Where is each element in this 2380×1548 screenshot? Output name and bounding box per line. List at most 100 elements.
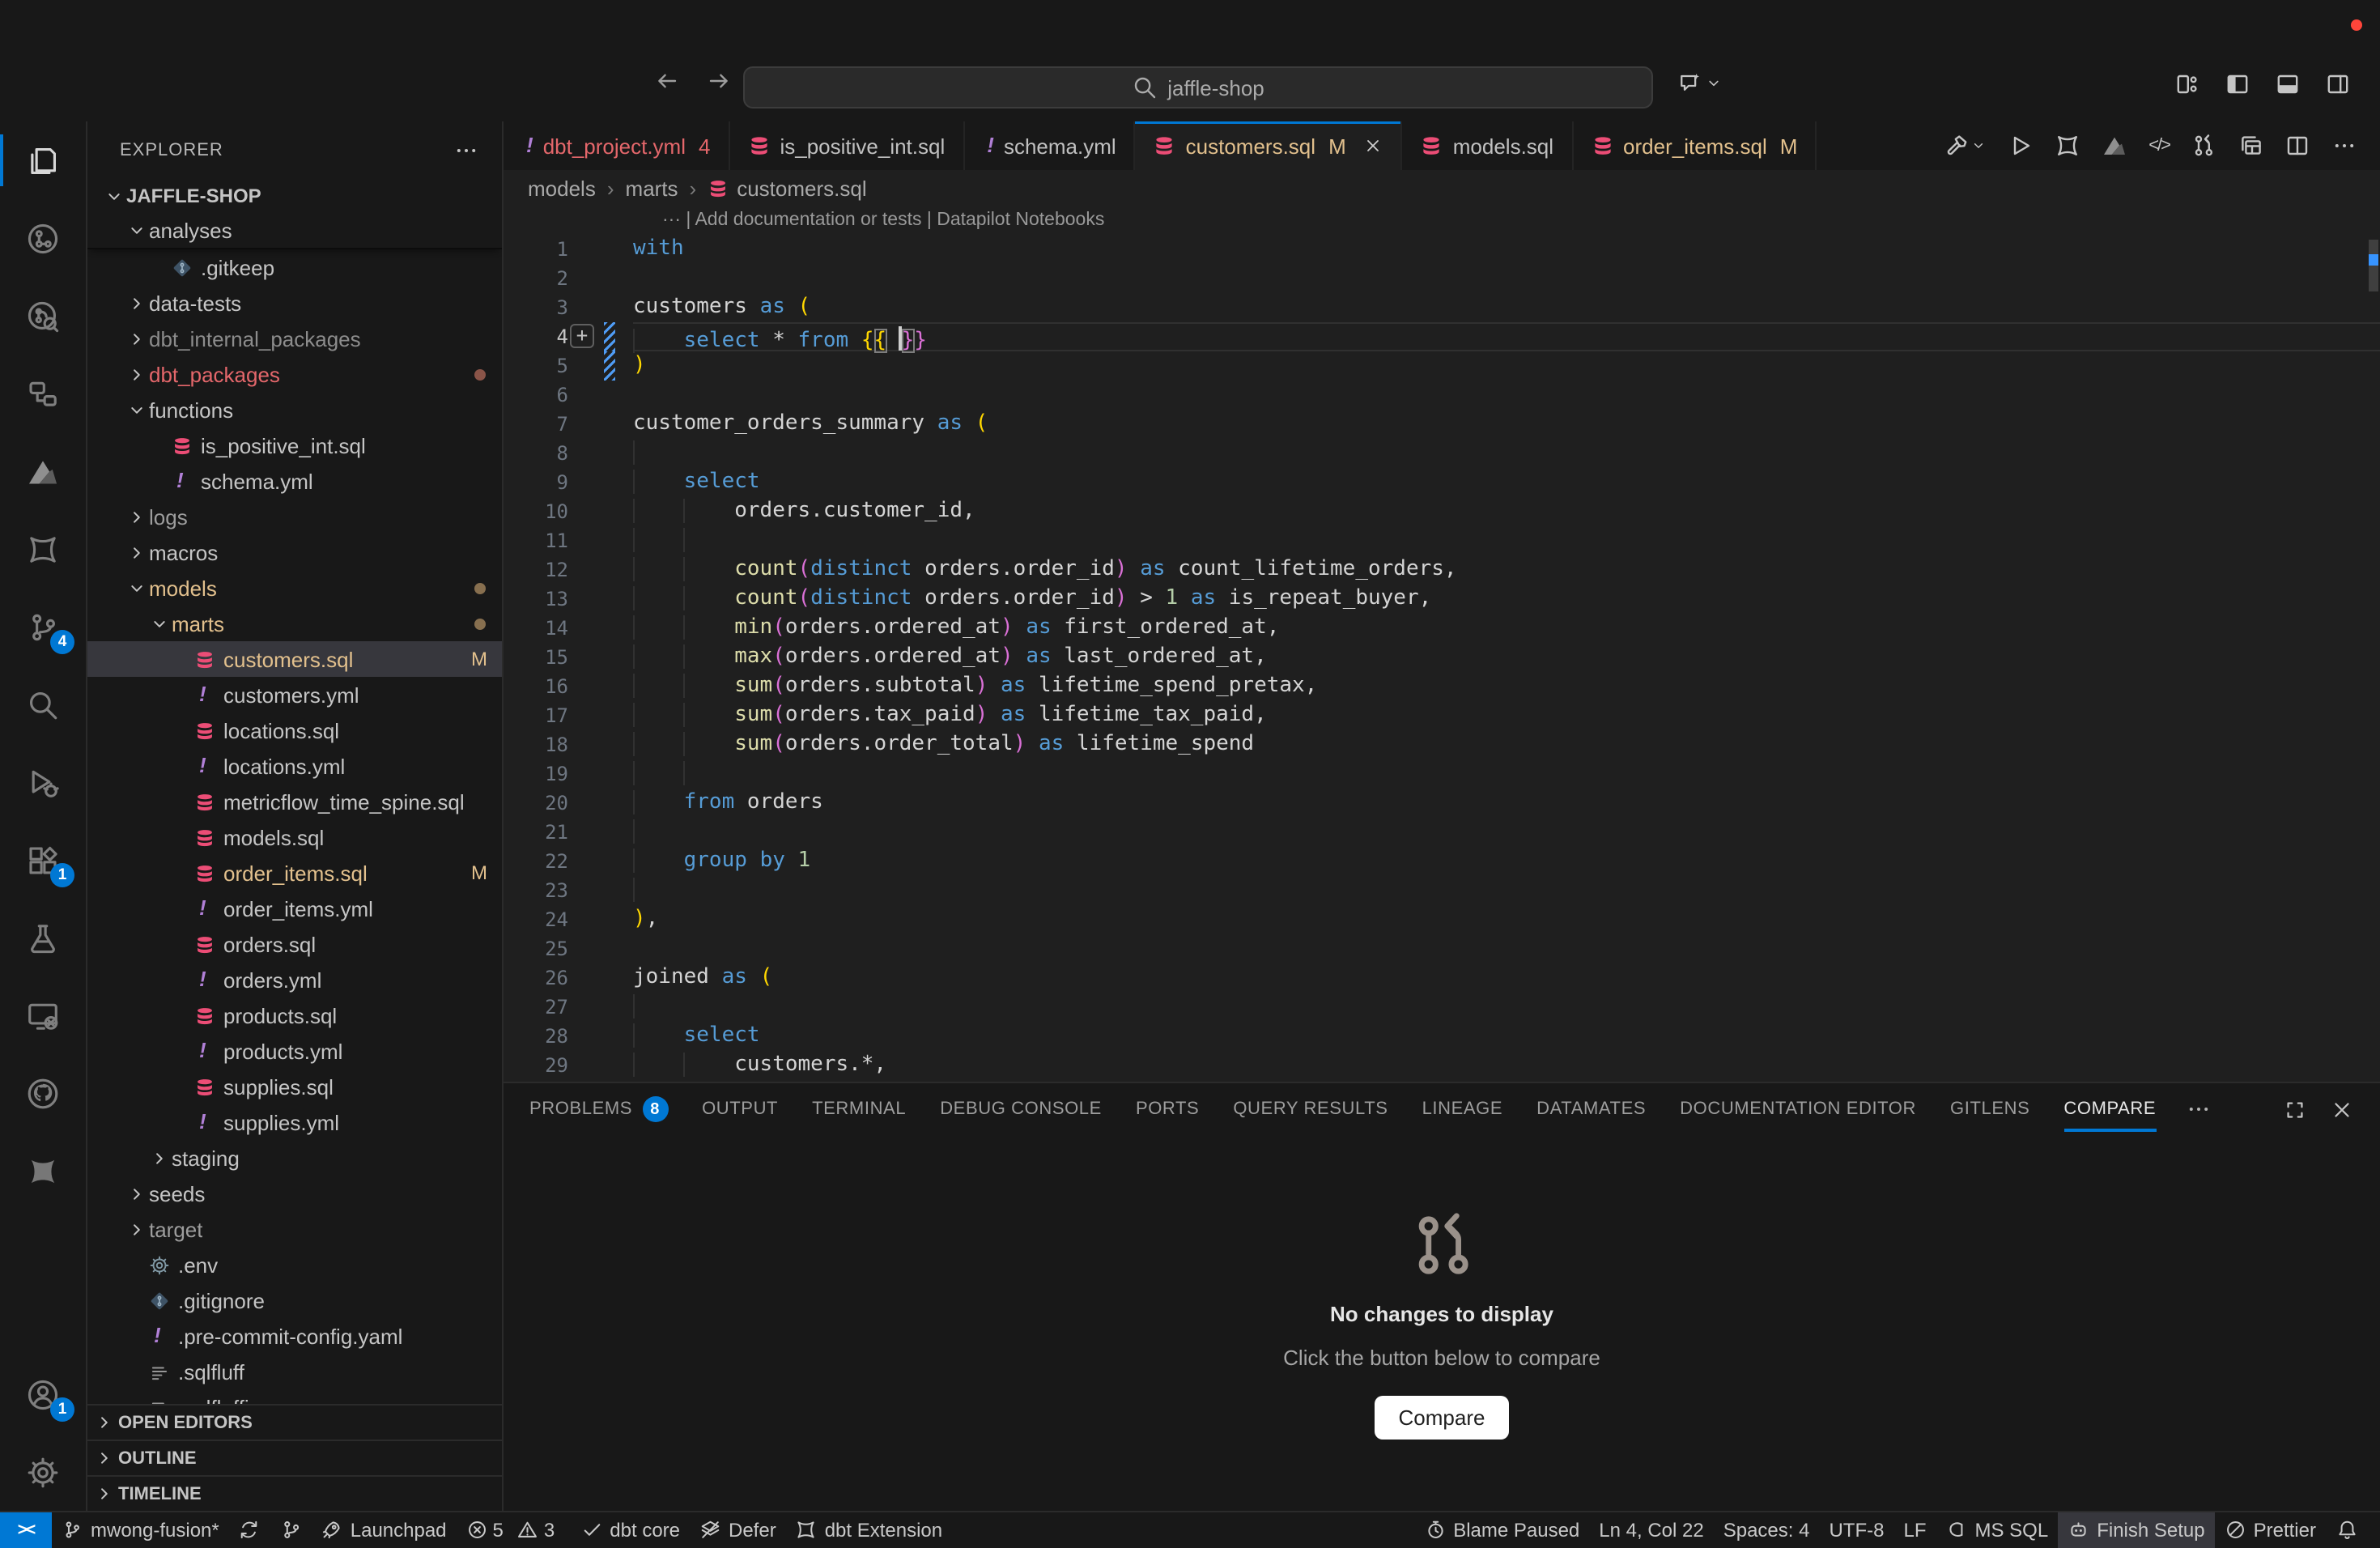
tree-item-staging[interactable]: staging — [87, 1140, 502, 1176]
tree-item-orders-yml[interactable]: !orders.yml — [87, 962, 502, 997]
breadcrumb-item-marts[interactable]: marts — [626, 176, 678, 200]
breadcrumb-item-customers-sql[interactable]: customers.sql — [708, 176, 866, 200]
tree-item-target[interactable]: target — [87, 1211, 502, 1247]
code-line-7[interactable]: 7customer_orders_summary as ( — [504, 410, 2380, 439]
panel-tab-output[interactable]: OUTPUT — [702, 1099, 778, 1119]
activity-item-explorer[interactable] — [0, 121, 86, 199]
code-editor[interactable]: 1with23customers as (4+ select * from {{… — [504, 235, 2380, 1082]
tree-item-order-items-sql[interactable]: order_items.sqlM — [87, 855, 502, 891]
code-line-15[interactable]: 15 max(orders.ordered_at) as last_ordere… — [504, 643, 2380, 672]
status-finish-setup[interactable]: Finish Setup — [2058, 1512, 2214, 1548]
editor-action-compare-changes[interactable] — [2191, 133, 2216, 159]
status-dbt-extension[interactable]: dbt Extension — [786, 1512, 952, 1548]
sidebar-section-timeline[interactable]: TIMELINE — [87, 1475, 502, 1511]
status-language-mode[interactable]: MS SQL — [1936, 1512, 2059, 1548]
tree-item-pre-commit-config-yaml[interactable]: !.pre-commit-config.yaml — [87, 1318, 502, 1354]
tree-item-supplies-yml[interactable]: !supplies.yml — [87, 1104, 502, 1140]
tree-item-locations-yml[interactable]: !locations.yml — [87, 748, 502, 784]
tree-item-orders-sql[interactable]: orders.sql — [87, 926, 502, 962]
tree-item-products-sql[interactable]: products.sql — [87, 997, 502, 1033]
editor-action-build-project[interactable] — [1944, 133, 1987, 159]
status-encoding[interactable]: UTF-8 — [1819, 1512, 1893, 1548]
editor-action-query-results-table[interactable] — [2238, 133, 2263, 159]
tree-item-sqlfluff[interactable]: .sqlfluff — [87, 1354, 502, 1389]
panel-tab-lineage[interactable]: LINEAGE — [1422, 1099, 1503, 1119]
panel-tab-terminal[interactable]: TERMINAL — [812, 1099, 906, 1119]
tree-item-metricflow-time-spine-sql[interactable]: metricflow_time_spine.sql — [87, 784, 502, 819]
status-problems[interactable]: 53 — [457, 1512, 572, 1548]
tree-item-dbt-internal-packages[interactable]: dbt_internal_packages — [87, 321, 502, 356]
tab-is-positive-int-sql[interactable]: is_positive_int.sql — [729, 121, 964, 170]
breadcrumb-item-models[interactable]: models — [528, 176, 596, 200]
tree-item-gitkeep[interactable]: .gitkeep — [87, 249, 502, 285]
tree-item-seeds[interactable]: seeds — [87, 1176, 502, 1211]
editor-action-more-actions[interactable] — [2331, 133, 2357, 159]
tree-item-gitignore[interactable]: .gitignore — [87, 1282, 502, 1318]
code-line-26[interactable]: 26joined as ( — [504, 963, 2380, 993]
activity-item-source-control[interactable]: 4 — [0, 588, 86, 666]
panel-maximize-icon[interactable] — [2283, 1097, 2307, 1121]
tree-item-env[interactable]: .env — [87, 1247, 502, 1282]
activity-item-testing[interactable] — [0, 899, 86, 976]
editor-action-dbt-power-user-action[interactable] — [2055, 133, 2080, 159]
code-line-20[interactable]: 20 from orders — [504, 789, 2380, 818]
tree-item-marts[interactable]: marts — [87, 606, 502, 641]
status-remote[interactable]: >< — [0, 1512, 52, 1548]
activity-item-dbt-power-user-secondary[interactable] — [0, 1132, 86, 1210]
compare-button[interactable]: Compare — [1375, 1395, 1510, 1439]
scrollbar-thumb[interactable] — [2369, 240, 2378, 291]
editor-action-altimate-action[interactable] — [2102, 133, 2127, 159]
code-line-25[interactable]: 25 — [504, 934, 2380, 963]
status-dbt-core[interactable]: dbt core — [571, 1512, 690, 1548]
activity-item-altimate[interactable] — [0, 432, 86, 510]
code-line-23[interactable]: 23 — [504, 876, 2380, 905]
explorer-more-icon[interactable] — [453, 137, 479, 163]
nav-back-button[interactable] — [654, 68, 680, 94]
panel-tab-datamates[interactable]: DATAMATES — [1536, 1099, 1646, 1119]
status-eol[interactable]: LF — [1893, 1512, 1936, 1548]
activity-item-search[interactable] — [0, 666, 86, 743]
code-line-13[interactable]: 13 count(distinct orders.order_id) > 1 a… — [504, 585, 2380, 614]
editor-action-run-model[interactable] — [2008, 133, 2034, 159]
code-line-24[interactable]: 24), — [504, 905, 2380, 934]
activity-item-manage[interactable] — [0, 1433, 86, 1511]
activity-item-datapilot-scan[interactable] — [0, 199, 86, 277]
tab-models-sql[interactable]: models.sql — [1403, 121, 1573, 170]
status-notifications[interactable] — [2326, 1512, 2367, 1548]
tree-item-sqlfluffignore[interactable]: .sqlfluffignore — [87, 1389, 502, 1404]
toggle-panel-icon[interactable] — [2275, 71, 2301, 97]
activity-item-remote-explorer[interactable] — [0, 976, 86, 1054]
tree-item-logs[interactable]: logs — [87, 499, 502, 534]
panel-tab-query-results[interactable]: QUERY RESULTS — [1233, 1099, 1388, 1119]
toggle-secondary-sidebar-icon[interactable] — [2325, 71, 2351, 97]
tree-item-macros[interactable]: macros — [87, 534, 502, 570]
tree-item-is-positive-int-sql[interactable]: is_positive_int.sql — [87, 427, 502, 463]
code-line-5[interactable]: 5) — [504, 351, 2380, 381]
code-line-14[interactable]: 14 min(orders.ordered_at) as first_order… — [504, 614, 2380, 643]
tree-item-data-tests[interactable]: data-tests — [87, 285, 502, 321]
activity-item-accounts[interactable]: 1 — [0, 1355, 86, 1433]
code-line-17[interactable]: 17 sum(orders.tax_paid) as lifetime_tax_… — [504, 701, 2380, 730]
tree-item-models-sql[interactable]: models.sql — [87, 819, 502, 855]
nav-forward-button[interactable] — [706, 68, 732, 94]
activity-item-datapilot-query-analysis[interactable] — [0, 277, 86, 355]
status-blame[interactable]: Blame Paused — [1414, 1512, 1589, 1548]
status-git-branch[interactable]: mwong-fusion* — [52, 1512, 229, 1548]
toggle-sidebar-icon[interactable] — [2225, 71, 2250, 97]
status-cursor-position[interactable]: Ln 4, Col 22 — [1589, 1512, 1713, 1548]
code-line-28[interactable]: 28 select — [504, 1022, 2380, 1051]
code-line-4[interactable]: 4+ select * from {{ }} — [504, 322, 2380, 351]
tab-customers-sql[interactable]: customers.sqlM — [1136, 121, 1403, 170]
tab-order-items-sql[interactable]: order_items.sqlM — [1573, 121, 1817, 170]
codelens-actions[interactable]: ··· | Add documentation or tests | Datap… — [662, 211, 1104, 230]
status-prettier[interactable]: Prettier — [2215, 1512, 2326, 1548]
code-line-10[interactable]: 10 orders.customer_id, — [504, 497, 2380, 526]
editor-action-split-editor[interactable] — [2284, 133, 2310, 159]
panel-tab-gitlens[interactable]: GITLENS — [1950, 1099, 2029, 1119]
tab-schema-yml[interactable]: !schema.yml — [964, 121, 1135, 170]
activity-item-extensions[interactable]: 1 — [0, 821, 86, 899]
panel-tab-problems[interactable]: PROBLEMS8 — [529, 1096, 668, 1122]
sidebar-section-outline[interactable]: OUTLINE — [87, 1440, 502, 1475]
code-line-18[interactable]: 18 sum(orders.order_total) as lifetime_s… — [504, 730, 2380, 759]
code-line-22[interactable]: 22 group by 1 — [504, 847, 2380, 876]
